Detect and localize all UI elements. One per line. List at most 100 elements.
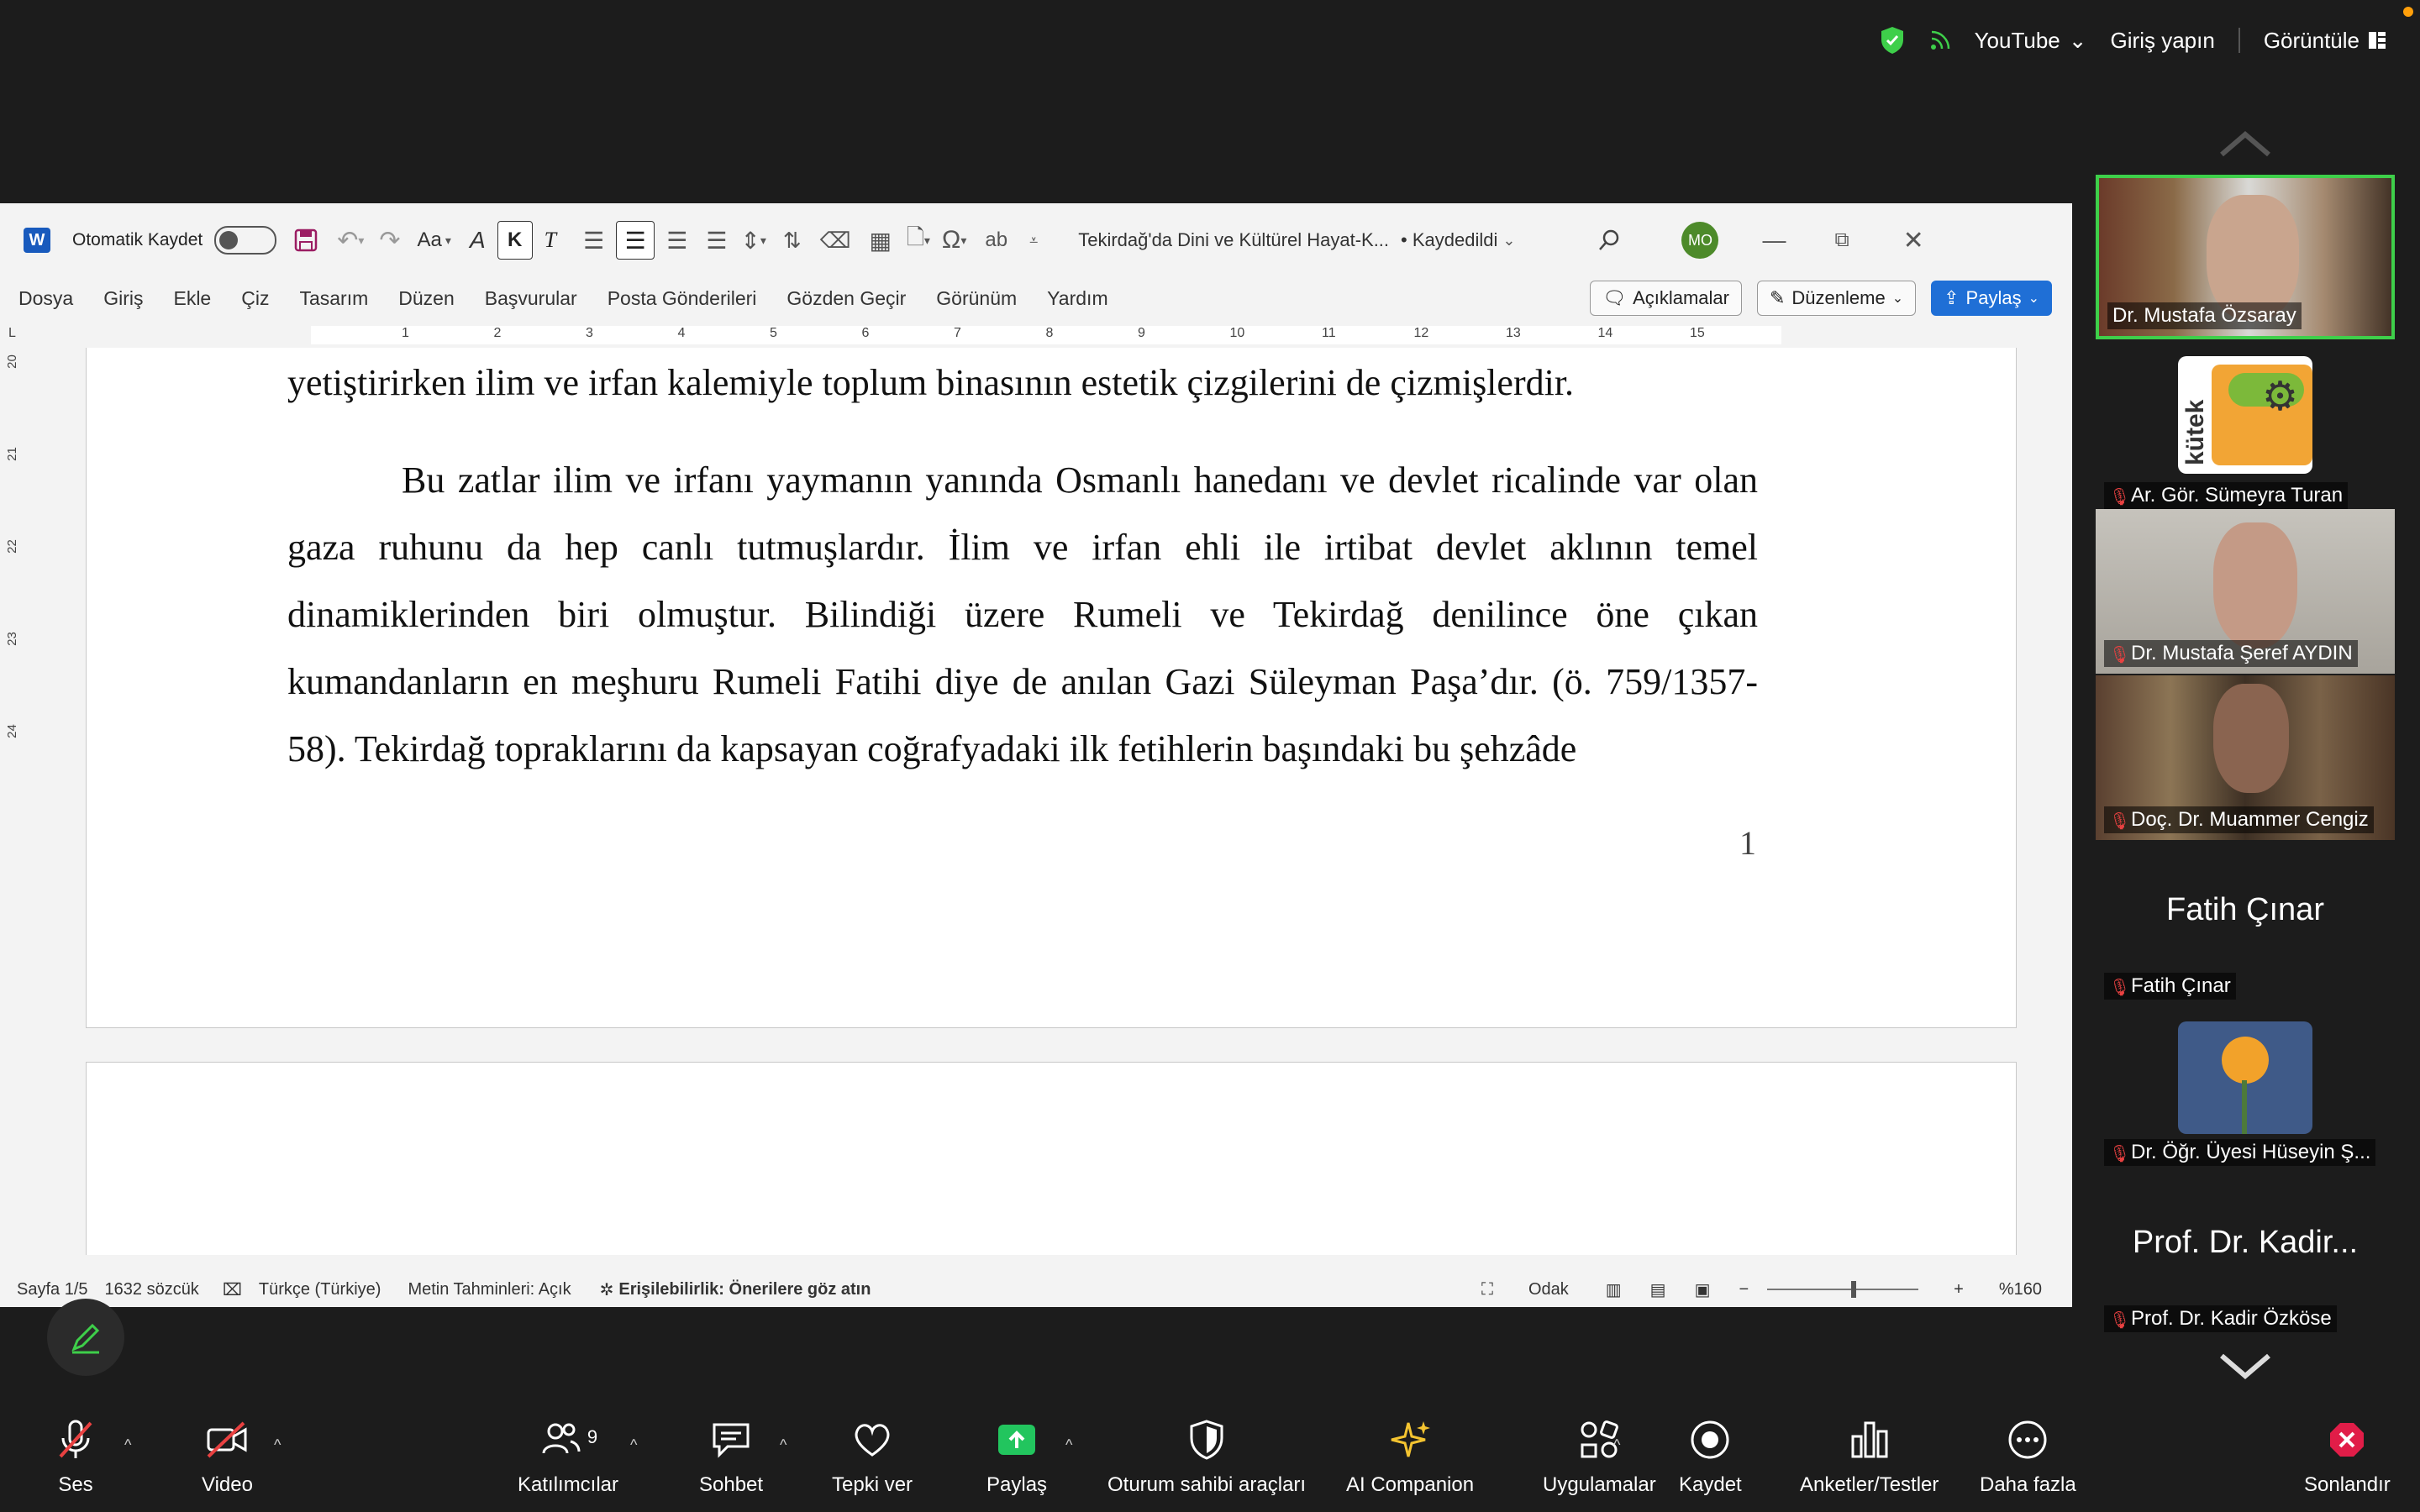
word-count[interactable]: 1632 sözcük	[105, 1280, 199, 1299]
vertical-ruler[interactable]: 20 21 22 23 24	[0, 348, 29, 1255]
menu-giris[interactable]: Giriş	[103, 287, 143, 310]
search-icon[interactable]	[1597, 228, 1621, 252]
participant-tile[interactable]: Dr. Mustafa Özsaray	[2096, 175, 2395, 339]
apps-button[interactable]: Uygulamalar	[1543, 1418, 1656, 1497]
autosave-toggle[interactable]	[214, 226, 277, 255]
view-button[interactable]: Görüntüle	[2264, 28, 2386, 54]
menu-tasarim[interactable]: Tasarım	[299, 287, 368, 310]
menu-yardim[interactable]: Yardım	[1047, 287, 1107, 310]
broadcast-icon[interactable]	[1929, 29, 1951, 51]
saved-status[interactable]: • Kaydedildi	[1401, 229, 1497, 251]
change-case-button[interactable]: Aa	[418, 228, 442, 252]
align-right-icon[interactable]: ☰	[666, 227, 687, 255]
polls-button[interactable]: Anketler/Testler	[1800, 1418, 1939, 1497]
participant-tile[interactable]: Fatih Çınar 🎙 Fatih Çınar	[2096, 842, 2395, 1006]
symbol-dropdown-icon[interactable]: ▾	[960, 234, 966, 248]
apps-options-chevron-icon[interactable]: ^	[1613, 1436, 1620, 1454]
editing-mode-button[interactable]: ✎ Düzenleme ⌄	[1756, 281, 1917, 316]
bold-button[interactable]: K	[497, 221, 533, 260]
horizontal-ruler[interactable]: L 1 2 3 4 5 6 7 8 9 10 11 12 13 14 15	[0, 323, 2072, 349]
align-left-icon[interactable]: ☰	[583, 227, 604, 255]
host-tools-button[interactable]: Oturum sahibi araçları	[1107, 1418, 1306, 1497]
participant-tile[interactable]: 🎙 Dr. Öğr. Üyesi Hüseyin Ş...	[2096, 1008, 2395, 1173]
insert-object-dropdown-icon[interactable]: ▾	[924, 234, 930, 248]
minimize-icon[interactable]: —	[1762, 227, 1786, 254]
restore-icon[interactable]: ⧉	[1834, 228, 1849, 252]
spelling-icon[interactable]: ab	[985, 228, 1007, 252]
video-button[interactable]: Video	[202, 1418, 253, 1497]
sort-icon[interactable]: ⇅	[783, 228, 802, 254]
page-count[interactable]: Sayfa 1/5	[17, 1280, 88, 1299]
language[interactable]: Türkçe (Türkiye)	[259, 1280, 381, 1299]
participants-options-chevron-icon[interactable]: ^	[630, 1436, 637, 1454]
save-icon[interactable]	[293, 228, 318, 253]
video-options-chevron-icon[interactable]: ^	[274, 1436, 281, 1454]
menu-gozden-gecir[interactable]: Gözden Geçir	[786, 287, 906, 310]
audio-options-chevron-icon[interactable]: ^	[124, 1436, 131, 1454]
text-predictions[interactable]: Metin Tahminleri: Açık	[408, 1280, 571, 1299]
redo-icon[interactable]: ↷	[379, 226, 400, 255]
table-icon[interactable]: ▦	[869, 227, 891, 255]
share-options-chevron-icon[interactable]: ^	[1065, 1436, 1072, 1454]
menu-dosya[interactable]: Dosya	[18, 287, 73, 310]
document-title[interactable]: Tekirdağ'da Dini ve Kültürel Hayat-K...	[1078, 229, 1389, 251]
more-commands-icon[interactable]: ⩡	[1029, 232, 1038, 249]
accessibility-status[interactable]: Erişilebilirlik: Önerilere göz atın	[618, 1280, 871, 1299]
change-case-dropdown-icon[interactable]: ▾	[445, 234, 451, 248]
close-icon[interactable]: ✕	[1903, 226, 1924, 255]
participant-tile[interactable]: 🎙 Dr. Mustafa Şeref AYDIN	[2096, 509, 2395, 674]
participants-button[interactable]: 9 Katılımcılar	[518, 1418, 618, 1497]
security-shield-icon[interactable]	[1879, 25, 1906, 55]
insert-object-icon[interactable]: 🗋	[907, 222, 924, 259]
zoom-in-icon[interactable]: +	[1954, 1280, 1964, 1299]
chat-options-chevron-icon[interactable]: ^	[780, 1436, 786, 1454]
proofing-icon[interactable]: ⌧	[223, 1279, 242, 1300]
zoom-slider[interactable]	[1767, 1281, 1919, 1298]
page-2[interactable]	[86, 1062, 2017, 1255]
tab-stop-icon[interactable]: L	[8, 326, 16, 341]
italic-button[interactable]: T	[544, 228, 556, 253]
menu-basvurular[interactable]: Başvurular	[485, 287, 577, 310]
menu-posta[interactable]: Posta Gönderileri	[608, 287, 757, 310]
line-spacing-dropdown-icon[interactable]: ▾	[760, 234, 766, 248]
audio-button[interactable]: Ses	[54, 1418, 97, 1497]
signin-link[interactable]: Giriş yapın	[2111, 28, 2215, 54]
document-area[interactable]: yetiştirirken ilim ve irfan kalemiyle to…	[29, 348, 2072, 1255]
menu-gorunum[interactable]: Görünüm	[936, 287, 1017, 310]
read-mode-icon[interactable]: ▥	[1606, 1279, 1622, 1300]
text-highlight-icon[interactable]: A	[470, 227, 486, 254]
share-doc-button[interactable]: ⇪ Paylaş ⌄	[1931, 281, 2052, 316]
comments-button[interactable]: 🗨 Açıklamalar	[1590, 281, 1742, 316]
react-button[interactable]: Tepki ver	[832, 1418, 913, 1497]
ai-companion-button[interactable]: AI Companion	[1346, 1418, 1474, 1497]
undo-dropdown-icon[interactable]: ▾	[358, 234, 364, 248]
more-button[interactable]: Daha fazla	[1980, 1418, 2076, 1497]
menu-duzen[interactable]: Düzen	[398, 287, 454, 310]
line-spacing-icon[interactable]: ⇕	[740, 227, 760, 255]
justify-icon[interactable]: ☰	[706, 227, 727, 255]
title-chevron-down-icon[interactable]: ⌄	[1502, 232, 1515, 249]
end-meeting-button[interactable]: Sonlandır	[2304, 1418, 2391, 1497]
zoom-out-icon[interactable]: −	[1739, 1280, 1749, 1299]
participant-tile[interactable]: 🎙 Doç. Dr. Muammer Cengiz	[2096, 675, 2395, 840]
youtube-menu[interactable]: YouTube ⌄	[1975, 28, 2087, 54]
paragraph-2[interactable]: Bu zatlar ilim ve irfanı yaymanın yanınd…	[287, 447, 1758, 783]
paragraph-1-end[interactable]: yetiştirirken ilim ve irfan kalemiyle to…	[287, 349, 1758, 417]
user-avatar[interactable]: MO	[1681, 222, 1719, 259]
menu-ekle[interactable]: Ekle	[173, 287, 211, 310]
chat-button[interactable]: Sohbet	[699, 1418, 763, 1497]
print-layout-icon[interactable]: ▤	[1650, 1279, 1666, 1300]
undo-icon[interactable]: ↶	[337, 226, 358, 255]
align-center-icon[interactable]: ☰	[616, 221, 655, 260]
participant-tile[interactable]: kütek ⚙ 🎙 Ar. Gör. Sümeyra Turan	[2096, 351, 2395, 516]
symbol-icon[interactable]: Ω	[942, 226, 960, 255]
share-screen-button[interactable]: Paylaş	[986, 1418, 1047, 1497]
annotate-button[interactable]	[47, 1299, 124, 1376]
web-layout-icon[interactable]: ▣	[1695, 1279, 1711, 1300]
record-button[interactable]: Kaydet	[1679, 1418, 1742, 1497]
zoom-level[interactable]: %160	[1999, 1280, 2042, 1299]
clear-format-icon[interactable]: ⌫	[820, 228, 851, 254]
menu-ciz[interactable]: Çiz	[241, 287, 269, 310]
scroll-up-icon[interactable]	[2218, 126, 2272, 160]
participant-tile[interactable]: Prof. Dr. Kadir... 🎙 Prof. Dr. Kadir Özkö…	[2096, 1174, 2395, 1339]
